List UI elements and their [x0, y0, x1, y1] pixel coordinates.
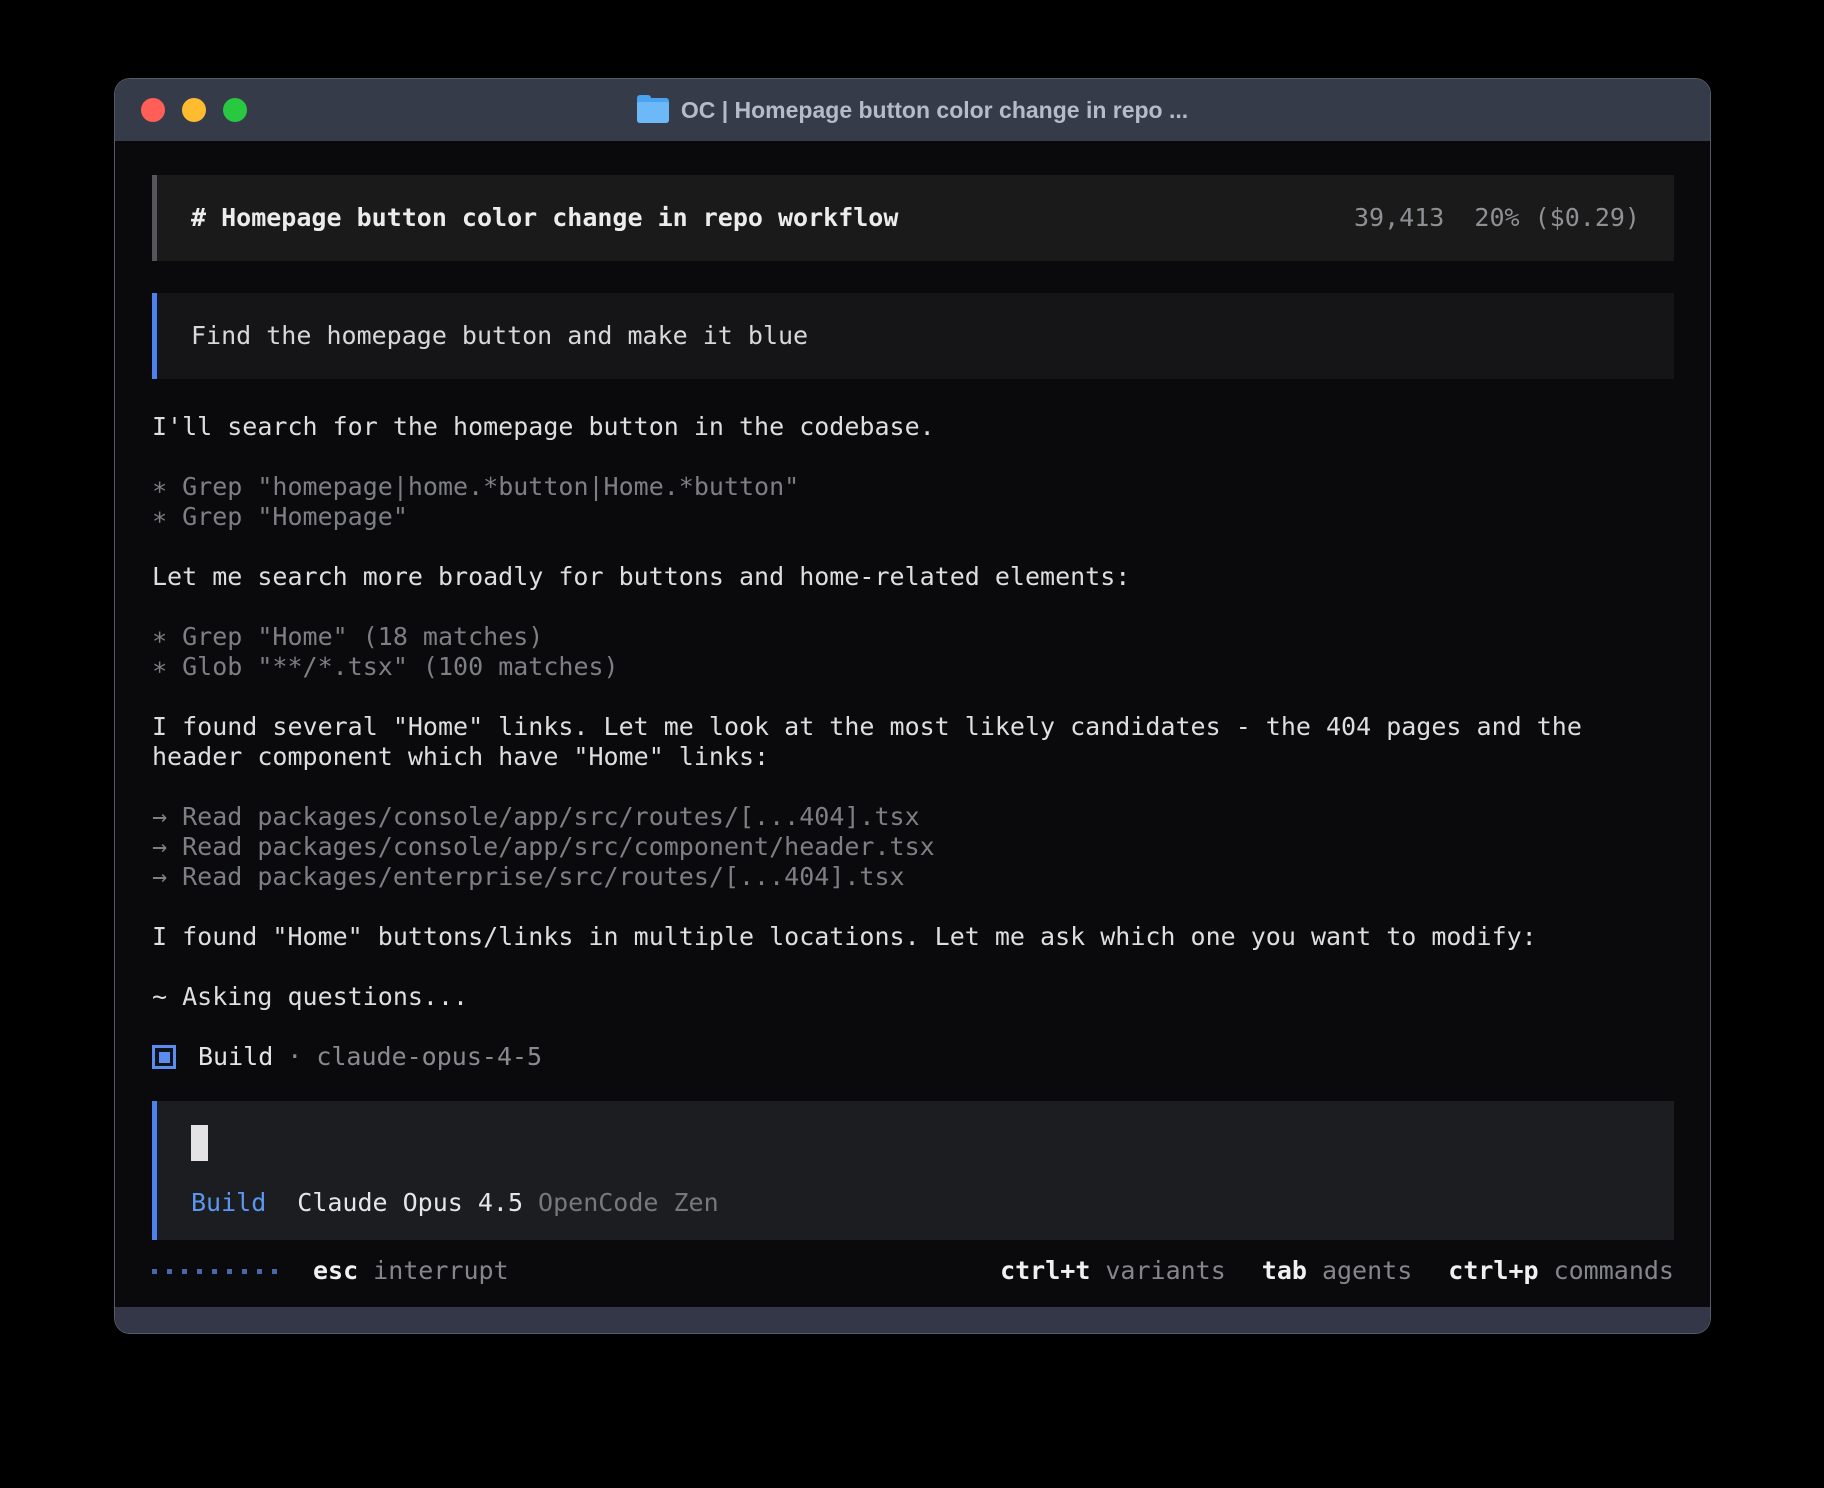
shortcut-key: ctrl+t [1000, 1256, 1090, 1285]
input-model-label[interactable]: Claude Opus 4.5 [297, 1188, 523, 1218]
shortcut-label: commands [1554, 1256, 1674, 1285]
minimize-window-button[interactable] [182, 98, 206, 122]
tool-call-grep: ∗ Grep "Home" (18 matches) [152, 622, 1674, 652]
close-window-button[interactable] [141, 98, 165, 122]
shortcut-variants[interactable]: ctrl+t variants [1000, 1256, 1226, 1286]
token-count: 39,413 [1354, 203, 1444, 232]
tool-call-label: Read packages/console/app/src/routes/[..… [167, 802, 920, 831]
input-agent-label[interactable]: Build [191, 1188, 266, 1218]
assistant-message: I found "Home" buttons/links in multiple… [152, 922, 1674, 952]
footer-right: ctrl+t variants tab agents ctrl+p commands [1000, 1256, 1674, 1286]
session-header: # Homepage button color change in repo w… [152, 175, 1674, 261]
traffic-lights [141, 79, 247, 141]
tool-call-glob: ∗ Glob "**/*.tsx" (100 matches) [152, 652, 1674, 682]
arrow-right-icon: → [152, 802, 167, 831]
window-bottom-strip [115, 1307, 1710, 1333]
tool-call-group: ∗ Grep "homepage|home.*button|Home.*butt… [152, 472, 1674, 532]
terminal-window: OC | Homepage button color change in rep… [114, 78, 1711, 1334]
tool-call-read: → Read packages/enterprise/src/routes/[.… [152, 862, 1674, 892]
tool-call-label: Glob "**/*.tsx" (100 matches) [167, 652, 619, 681]
tool-call-read: → Read packages/console/app/src/routes/[… [152, 802, 1674, 832]
user-message: Find the homepage button and make it blu… [152, 293, 1674, 379]
input-provider-label: OpenCode Zen [538, 1188, 719, 1218]
asterisk-icon: ∗ [152, 622, 167, 651]
tool-call-label: Read packages/enterprise/src/routes/[...… [167, 862, 905, 891]
session-stats: 39,413 20% ($0.29) [1354, 203, 1640, 233]
shortcut-key: tab [1262, 1256, 1307, 1285]
tool-call-grep: ∗ Grep "Homepage" [152, 502, 1674, 532]
shortcut-key: ctrl+p [1448, 1256, 1538, 1285]
window-title: OC | Homepage button color change in rep… [681, 97, 1188, 124]
assistant-message: I'll search for the homepage button in t… [152, 412, 1674, 442]
tool-call-label: Grep "Home" (18 matches) [167, 622, 543, 651]
input-meta-row: Build Claude Opus 4.5 OpenCode Zen [191, 1188, 1640, 1218]
tool-call-group: ∗ Grep "Home" (18 matches) ∗ Glob "**/*.… [152, 622, 1674, 682]
assistant-message: I found several "Home" links. Let me loo… [152, 712, 1674, 772]
zoom-window-button[interactable] [223, 98, 247, 122]
prompt-input[interactable]: Build Claude Opus 4.5 OpenCode Zen [152, 1101, 1674, 1240]
tool-call-group: → Read packages/console/app/src/routes/[… [152, 802, 1674, 892]
context-cost: 20% ($0.29) [1474, 203, 1640, 232]
user-message-text: Find the homepage button and make it blu… [191, 321, 808, 350]
agent-build-icon [152, 1045, 176, 1069]
spinner-dots-icon [152, 1269, 277, 1274]
footer-left: esc interrupt [152, 1256, 509, 1286]
terminal-content: # Homepage button color change in repo w… [115, 141, 1710, 1307]
esc-key-label[interactable]: esc [313, 1256, 358, 1286]
shortcut-agents[interactable]: tab agents [1262, 1256, 1412, 1286]
window-titlebar[interactable]: OC | Homepage button color change in rep… [115, 79, 1710, 141]
session-title: # Homepage button color change in repo w… [191, 203, 898, 233]
agent-name: Build [198, 1042, 273, 1072]
agent-model: claude-opus-4-5 [316, 1042, 542, 1072]
shortcut-label: agents [1322, 1256, 1412, 1285]
tool-call-read: → Read packages/console/app/src/componen… [152, 832, 1674, 862]
tool-call-label: Read packages/console/app/src/component/… [167, 832, 935, 861]
asterisk-icon: ∗ [152, 502, 167, 531]
shortcut-commands[interactable]: ctrl+p commands [1448, 1256, 1674, 1286]
shortcut-label: variants [1105, 1256, 1225, 1285]
asking-questions-status: ~ Asking questions... [152, 982, 1674, 1012]
arrow-right-icon: → [152, 832, 167, 861]
agent-status-row: Build · claude-opus-4-5 [152, 1042, 1674, 1072]
text-cursor [191, 1125, 208, 1161]
tool-call-label: Grep "homepage|home.*button|Home.*button… [167, 472, 799, 501]
asterisk-icon: ∗ [152, 472, 167, 501]
asterisk-icon: ∗ [152, 652, 167, 681]
tool-call-grep: ∗ Grep "homepage|home.*button|Home.*butt… [152, 472, 1674, 502]
assistant-message: Let me search more broadly for buttons a… [152, 562, 1674, 592]
titlebar-title-group: OC | Homepage button color change in rep… [637, 97, 1188, 124]
esc-hint: interrupt [373, 1256, 508, 1286]
arrow-right-icon: → [152, 862, 167, 891]
tool-call-label: Grep "Homepage" [167, 502, 408, 531]
dot-separator: · [287, 1042, 302, 1072]
footer-bar: esc interrupt ctrl+t variants tab agents c… [152, 1256, 1674, 1286]
folder-icon [637, 98, 669, 123]
